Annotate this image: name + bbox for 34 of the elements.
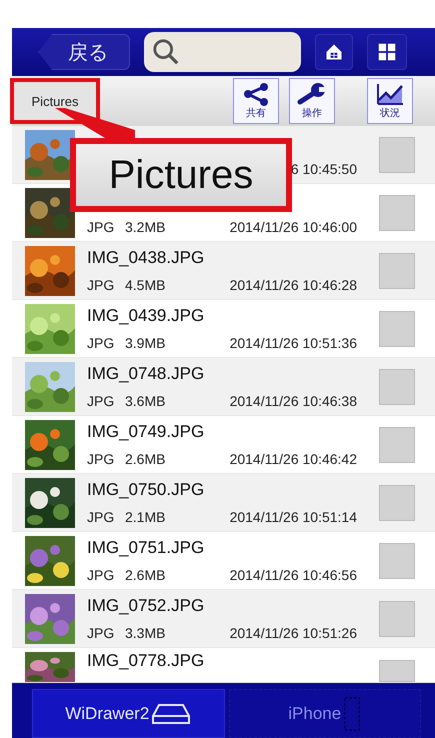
file-name: IMG_0751.JPG	[87, 538, 206, 556]
file-type: JPG	[87, 392, 116, 408]
file-date: 2014/11/26 10:51:26	[228, 624, 357, 640]
file-name: IMG_0752.JPG	[87, 596, 206, 614]
file-type: JPG	[87, 624, 116, 640]
file-date: 2014/11/26 10:46:38	[228, 392, 357, 408]
file-date: 2014/11/26 10:46:56	[228, 566, 357, 582]
file-size: 4.5MB	[125, 276, 166, 292]
file-date: 2014/11/26 10:46:00	[228, 218, 357, 234]
file-name: IMG_0750.JPG	[87, 480, 206, 498]
file-type: JPG	[87, 218, 116, 234]
file-size: 2.6MB	[125, 450, 166, 466]
file-size: 2.1MB	[125, 508, 166, 524]
file-size: 3.6MB	[125, 392, 166, 408]
file-type: JPG	[87, 566, 116, 582]
file-name: IMG_0748.JPG	[87, 364, 206, 382]
file-type: JPG	[87, 334, 116, 350]
callout-label: Pictures	[70, 138, 292, 212]
file-type: JPG	[87, 276, 116, 292]
file-date: 2014/11/26 10:46:42	[228, 450, 357, 466]
file-type: JPG	[87, 450, 116, 466]
file-size: 2.6MB	[125, 566, 166, 582]
file-type: JPG	[87, 508, 116, 524]
file-date: 2014/11/26 10:51:14	[228, 508, 357, 524]
file-size: 3.2MB	[125, 218, 166, 234]
file-name: IMG_0749.JPG	[87, 422, 206, 440]
file-size: 3.9MB	[125, 334, 166, 350]
file-name: IMG_0439.JPG	[87, 306, 206, 324]
file-date: 2014/11/26 10:51:36	[228, 334, 357, 350]
file-size: 3.3MB	[125, 624, 166, 640]
folder-label: Pictures	[10, 78, 100, 124]
file-date: 2014/11/26 10:46:28	[228, 276, 357, 292]
file-name: IMG_0778.JPG	[87, 652, 206, 670]
file-name: IMG_0438.JPG	[87, 248, 206, 266]
